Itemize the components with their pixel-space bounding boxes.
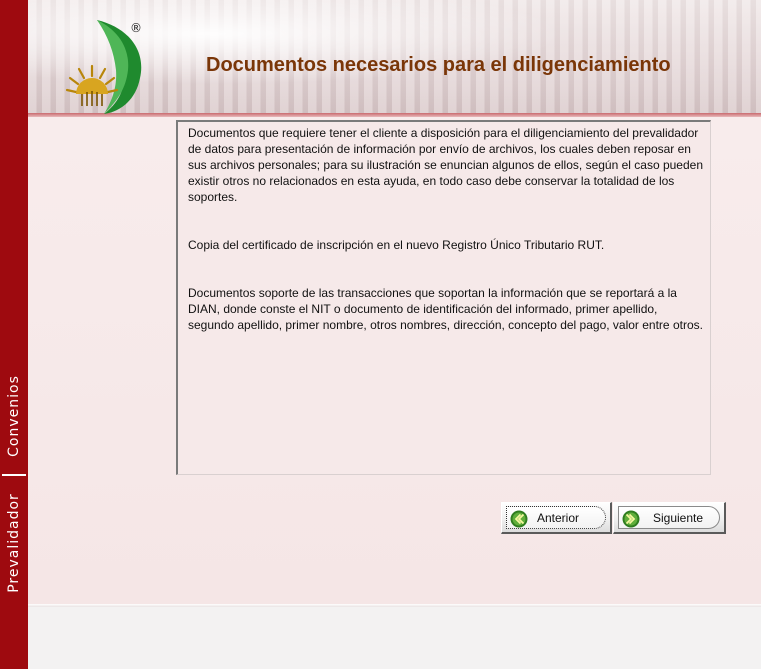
next-button[interactable]: Siguiente [613,502,726,534]
sidebar-strip: Convenios Prevalidador [0,0,28,669]
next-button-face: Siguiente [618,506,720,529]
footer-divider [28,604,761,607]
sidebar-label-convenios: Convenios [6,375,22,457]
sidebar-divider [2,474,26,476]
sidebar-label-prevalidador: Prevalidador [6,492,22,593]
page-title: Documentos necesarios para el diligencia… [206,54,671,76]
chevron-right-icon [622,510,640,528]
chevron-left-icon [510,510,528,528]
help-paragraph: Copia del certificado de inscripción en … [188,238,605,252]
next-button-label: Siguiente [653,511,704,525]
help-paragraph: Documentos que requiere tener el cliente… [188,126,703,204]
help-paragraph: Documentos soporte de las transacciones … [188,286,703,332]
previous-button[interactable]: Anterior [501,502,612,534]
registered-mark: ® [130,21,142,35]
help-text-box[interactable]: Documentos que requiere tener el cliente… [176,120,711,475]
previous-button-label: Anterior [537,511,580,525]
previous-button-face: Anterior [506,506,606,529]
